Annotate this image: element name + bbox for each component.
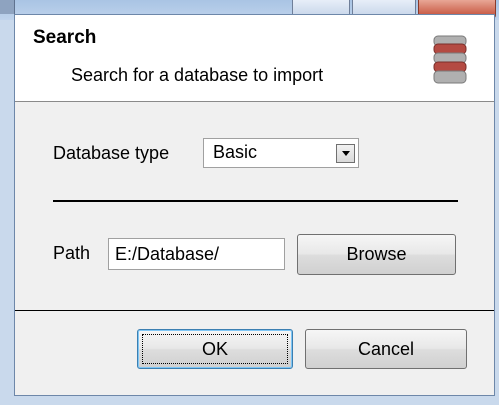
path-input[interactable]: [108, 238, 285, 270]
database-type-select[interactable]: Basic: [203, 138, 359, 168]
dialog-header: Search Search for a database to import: [15, 15, 494, 102]
dialog-subtitle: Search for a database to import: [71, 65, 324, 85]
cancel-button-label: Cancel: [357, 338, 415, 359]
database-icon: [433, 35, 467, 84]
footer-divider: [15, 310, 494, 311]
ok-button[interactable]: OK: [137, 329, 293, 369]
chevron-down-icon[interactable]: [336, 144, 355, 163]
section-divider: [53, 200, 458, 202]
browse-button[interactable]: Browse: [297, 234, 456, 275]
path-label: Path: [53, 243, 91, 263]
window-icon: [0, 0, 15, 14]
dialog-title: Search: [33, 27, 97, 48]
database-type-value: Basic: [213, 142, 258, 162]
cancel-button[interactable]: Cancel: [305, 329, 467, 369]
browse-button-label: Browse: [346, 244, 407, 264]
database-type-label: Database type: [53, 143, 170, 163]
search-dialog: Search Search for a database to import D…: [14, 14, 495, 396]
ok-button-label: OK: [201, 338, 228, 359]
